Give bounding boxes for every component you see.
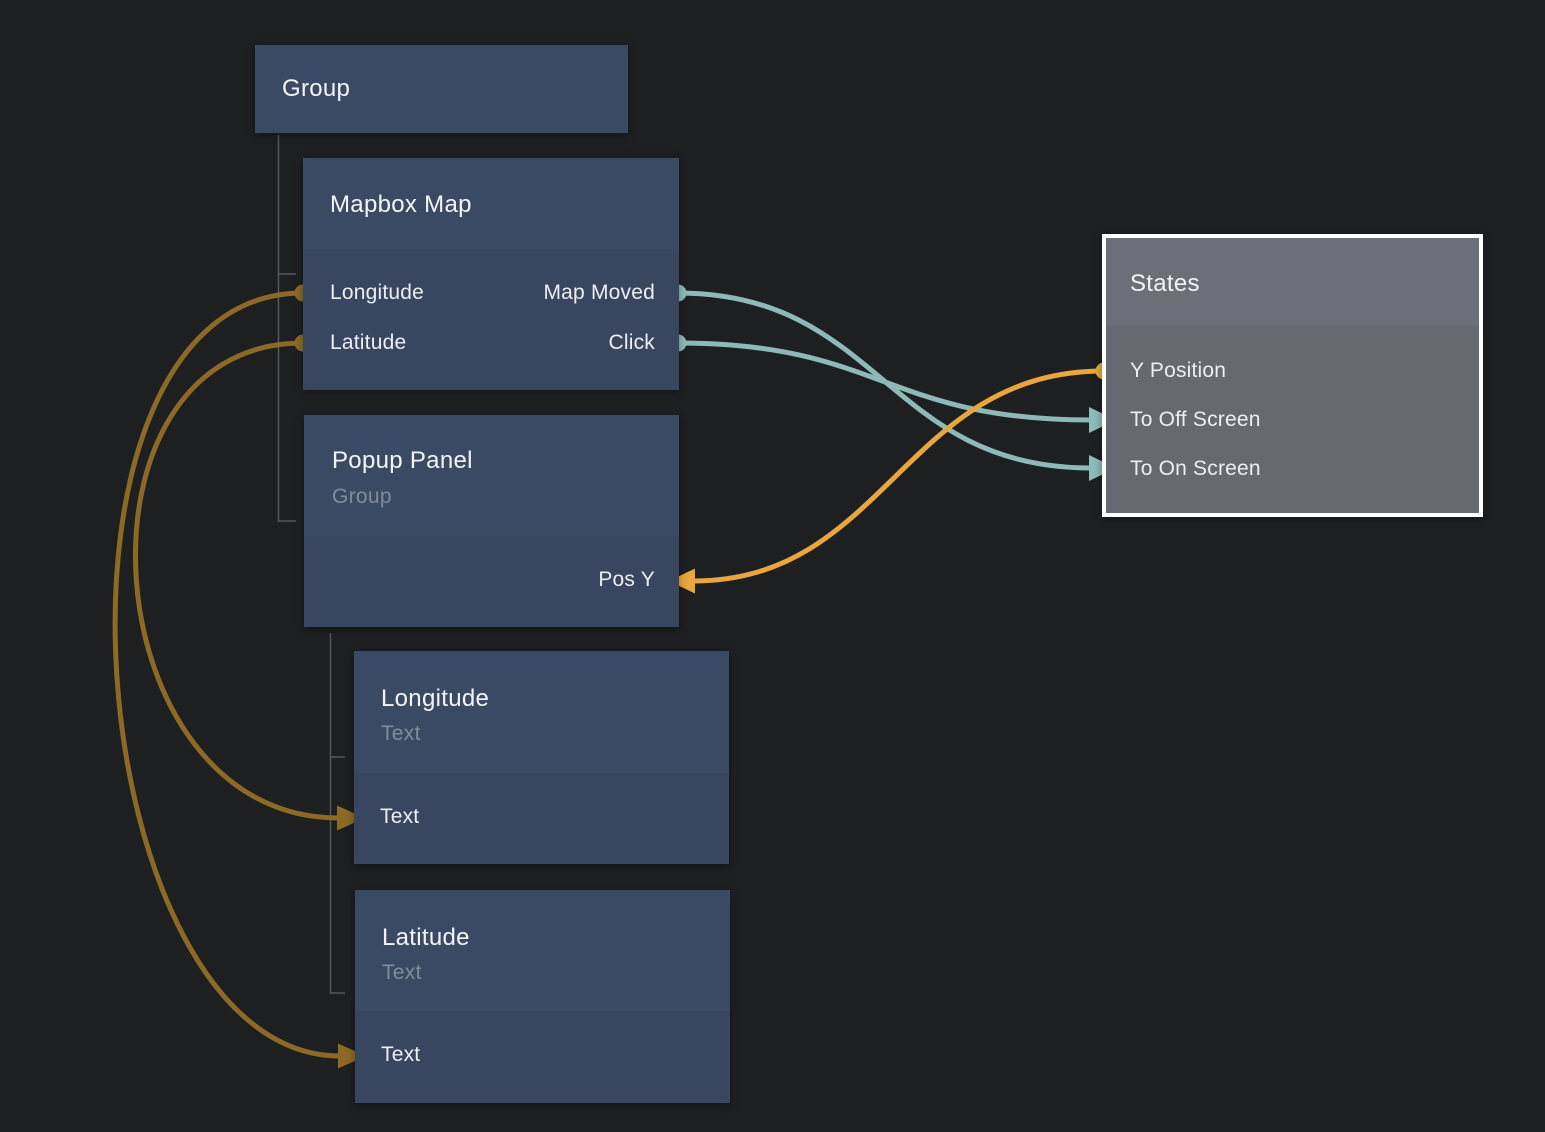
port-label-longitude[interactable]: Longitude — [330, 280, 424, 306]
node-subtitle: Text — [382, 960, 422, 986]
node-mapbox-body — [303, 249, 679, 390]
node-subtitle: Text — [381, 721, 421, 747]
node-group[interactable]: Group — [255, 45, 628, 133]
tree-line-popup-children — [331, 633, 346, 993]
node-popup-panel[interactable]: Popup Panel Group Pos Y — [304, 415, 679, 627]
node-title: Mapbox Map — [330, 190, 472, 220]
node-latitude-text[interactable]: Latitude Text Text — [355, 890, 730, 1103]
node-title: Latitude — [382, 923, 470, 953]
node-title: Group — [282, 74, 350, 104]
port-label-pos-y[interactable]: Pos Y — [598, 567, 655, 593]
port-label-text[interactable]: Text — [380, 804, 419, 830]
wire-longitude-to-latitude-text[interactable] — [115, 293, 340, 1056]
wire-yposition-to-posy[interactable] — [693, 371, 1104, 581]
node-editor-canvas[interactable]: Group Mapbox Map Longitude Latitude Map … — [0, 0, 1545, 1132]
node-subtitle: Group — [332, 484, 392, 510]
wire-click-to-offscreen[interactable] — [678, 343, 1091, 420]
port-label-latitude[interactable]: Latitude — [330, 330, 406, 356]
node-title: Popup Panel — [332, 446, 473, 476]
port-label-y-position[interactable]: Y Position — [1130, 358, 1226, 384]
node-title: Longitude — [381, 684, 489, 714]
node-title: States — [1130, 269, 1200, 299]
connections-layer — [0, 0, 1545, 1132]
port-label-to-on-screen[interactable]: To On Screen — [1130, 456, 1261, 482]
tree-line-group-children — [279, 135, 297, 521]
port-label-text[interactable]: Text — [381, 1042, 420, 1068]
port-label-click[interactable]: Click — [609, 330, 656, 356]
node-longitude-text[interactable]: Longitude Text Text — [354, 651, 729, 864]
node-states[interactable]: States Y Position To Off Screen To On Sc… — [1102, 234, 1483, 517]
node-mapbox-map[interactable]: Mapbox Map Longitude Latitude Map Moved … — [303, 158, 679, 390]
wire-mapmoved-to-onscreen[interactable] — [678, 293, 1091, 468]
port-label-map-moved[interactable]: Map Moved — [543, 280, 655, 306]
port-label-to-off-screen[interactable]: To Off Screen — [1130, 407, 1261, 433]
